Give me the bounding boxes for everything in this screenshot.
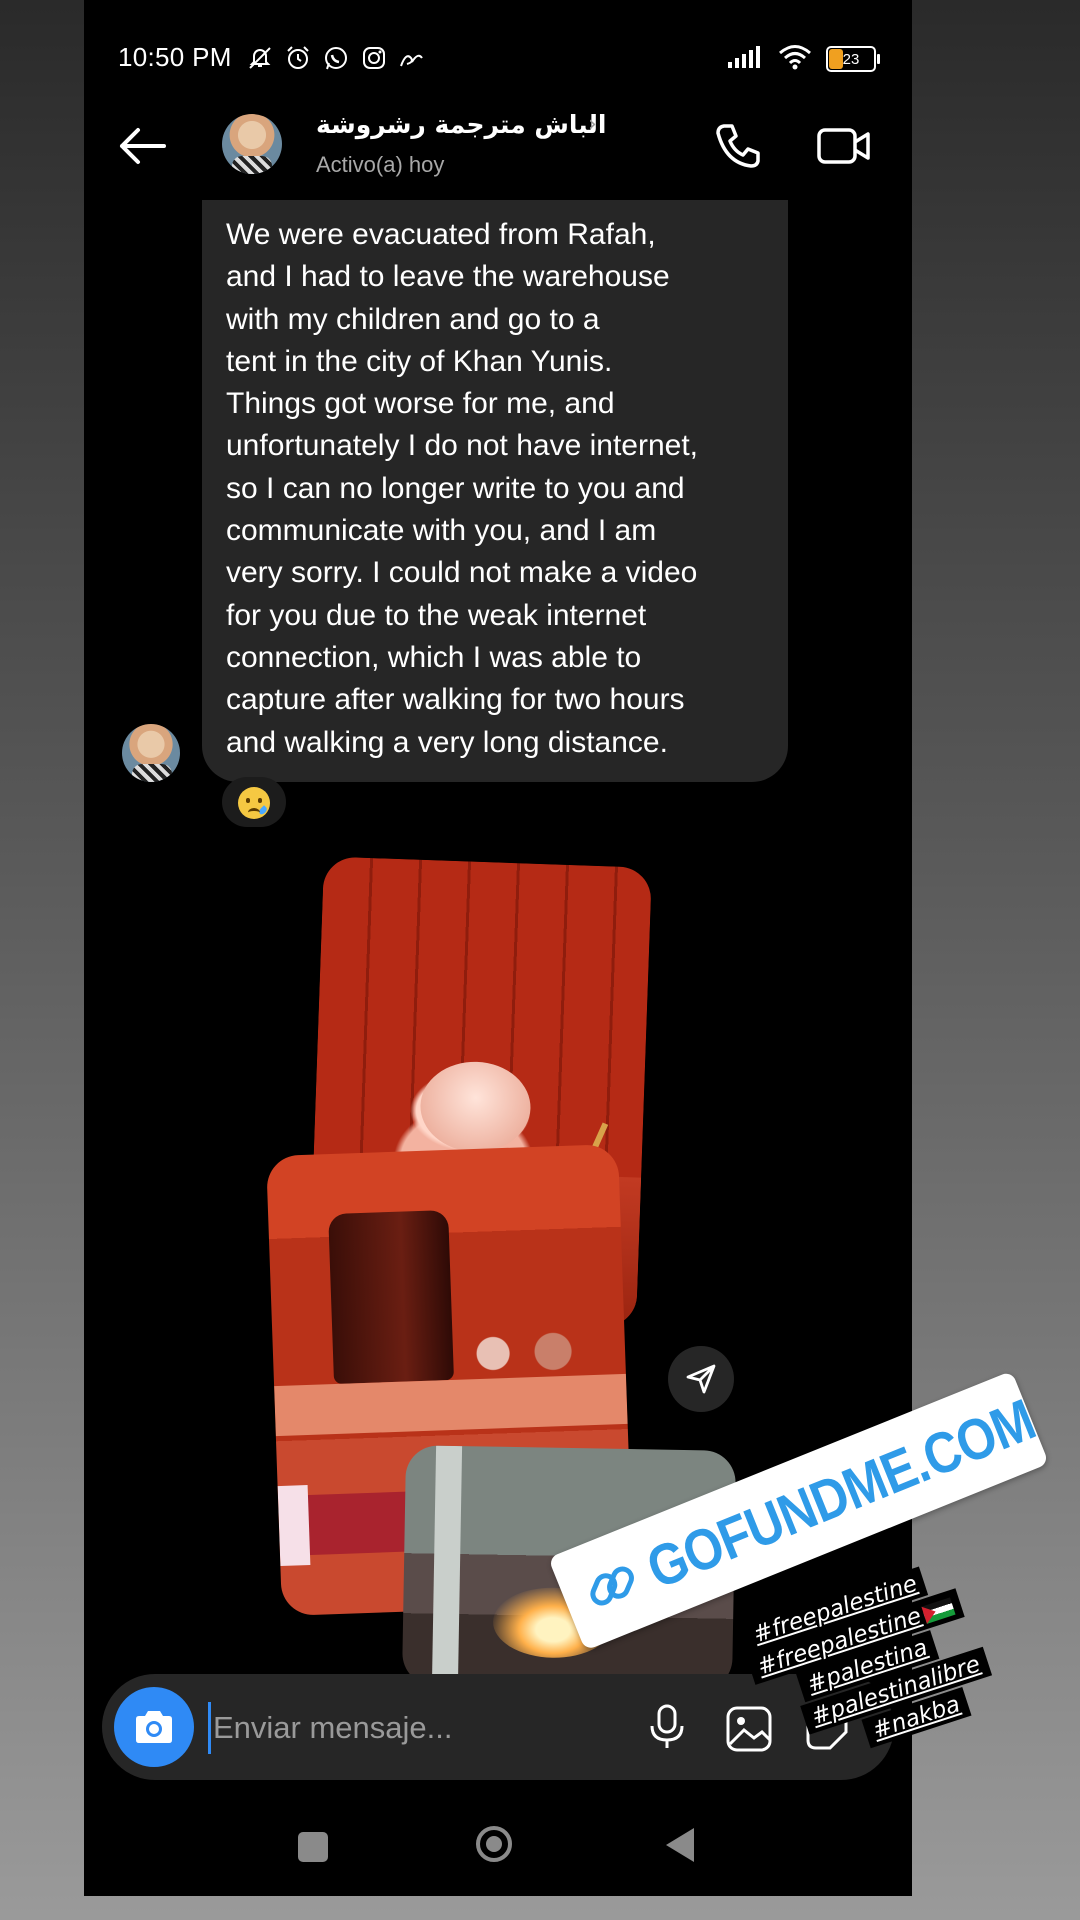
whatsapp-icon	[322, 44, 350, 72]
notification-icons	[246, 44, 426, 72]
voice-message-button[interactable]	[642, 1702, 692, 1752]
wifi-icon	[778, 44, 812, 74]
chat-header: الباش مترجمة رشروشة › Activo(a) hoy	[84, 98, 912, 194]
mute-icon	[246, 44, 274, 72]
share-button[interactable]	[668, 1346, 734, 1412]
message-bubble[interactable]: We were evacuated from Rafah, and I had …	[202, 200, 788, 782]
chevron-right-icon: ›	[588, 112, 597, 137]
video-call-button[interactable]	[816, 122, 872, 170]
home-button[interactable]	[476, 1826, 512, 1862]
palestine-flag-icon	[921, 1596, 956, 1624]
send-icon	[686, 1364, 716, 1394]
message-input[interactable]	[208, 1702, 635, 1754]
battery-icon: 23	[826, 46, 880, 72]
microphone-icon	[650, 1704, 684, 1748]
system-icons: 23	[726, 44, 880, 74]
camera-icon	[136, 1711, 172, 1743]
system-navigation-bar	[84, 1800, 912, 1896]
system-back-button[interactable]	[666, 1828, 694, 1862]
status-time: 10:50 PM	[118, 42, 232, 72]
message-reaction[interactable]	[222, 777, 286, 827]
link-icon	[590, 1566, 634, 1606]
gallery-button[interactable]	[724, 1704, 774, 1754]
battery-level: 23	[842, 51, 860, 68]
video-camera-icon	[817, 128, 870, 164]
signal-icon	[726, 44, 764, 74]
recents-button[interactable]	[298, 1832, 328, 1862]
instagram-icon	[360, 44, 388, 72]
back-button[interactable]	[114, 122, 170, 170]
sender-avatar[interactable]	[122, 724, 180, 782]
signature-icon	[398, 44, 426, 72]
contact-avatar[interactable]	[222, 114, 282, 174]
audio-call-button[interactable]	[712, 120, 764, 172]
status-bar: 10:50 PM 23	[84, 40, 912, 80]
contact-status: Activo(a) hoy	[316, 152, 445, 177]
camera-button[interactable]	[114, 1687, 194, 1767]
alarm-icon	[284, 44, 312, 72]
crying-face-emoji	[238, 786, 270, 819]
contact-name[interactable]: الباش مترجمة رشروشة	[316, 110, 606, 139]
gallery-icon	[726, 1706, 772, 1752]
back-arrow-icon	[120, 128, 166, 164]
message-text: We were evacuated from Rafah, and I had …	[226, 218, 698, 759]
phone-icon	[716, 124, 760, 168]
